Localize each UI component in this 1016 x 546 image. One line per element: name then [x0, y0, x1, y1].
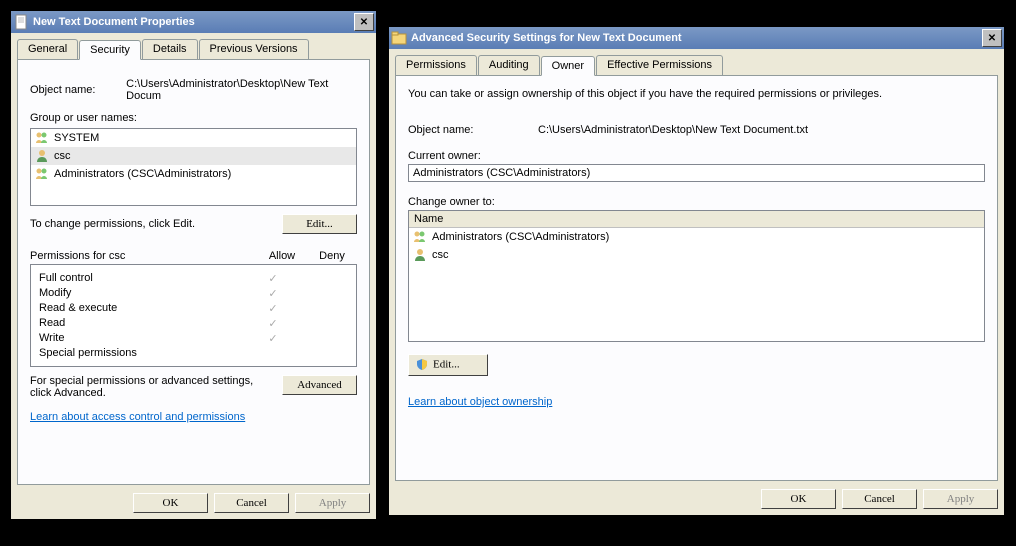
group-icon: [34, 130, 50, 146]
change-perm-hint: To change permissions, click Edit.: [30, 218, 282, 230]
user-icon: [34, 148, 50, 164]
tab-previous-versions[interactable]: Previous Versions: [199, 39, 309, 59]
close-button[interactable]: ✕: [354, 13, 374, 31]
learn-link[interactable]: Learn about object ownership: [408, 396, 552, 408]
owner-name: Administrators (CSC\Administrators): [432, 231, 609, 243]
advanced-hint: For special permissions or advanced sett…: [30, 375, 282, 399]
perm-label: Read & execute: [39, 302, 248, 315]
tab-security[interactable]: Security: [79, 40, 141, 60]
owner-name: csc: [432, 249, 449, 261]
user-name: Administrators (CSC\Administrators): [54, 168, 231, 180]
perm-label: Read: [39, 317, 248, 330]
check-icon: ✓: [248, 332, 298, 345]
perm-label: Modify: [39, 287, 248, 300]
tabs: General Security Details Previous Versio…: [17, 39, 370, 60]
titlebar-advanced: Advanced Security Settings for New Text …: [389, 27, 1004, 49]
window-title: New Text Document Properties: [33, 16, 354, 28]
tabs: Permissions Auditing Owner Effective Per…: [395, 55, 998, 76]
list-item[interactable]: Administrators (CSC\Administrators): [409, 228, 984, 246]
current-owner-label: Current owner:: [408, 150, 985, 162]
check-icon: ✓: [248, 302, 298, 315]
check-icon: ✓: [248, 272, 298, 285]
perm-label: Write: [39, 332, 248, 345]
list-item[interactable]: csc: [409, 246, 984, 264]
ok-button[interactable]: OK: [133, 493, 208, 513]
check-icon: ✓: [248, 287, 298, 300]
document-icon: [13, 14, 29, 30]
apply-button[interactable]: Apply: [923, 489, 998, 509]
perm-label: Full control: [39, 272, 248, 285]
allow-header: Allow: [257, 250, 307, 262]
edit-button[interactable]: Edit...: [282, 214, 357, 234]
object-name-label: Object name:: [408, 124, 538, 136]
list-item[interactable]: csc: [31, 147, 356, 165]
apply-button[interactable]: Apply: [295, 493, 370, 513]
tab-permissions[interactable]: Permissions: [395, 55, 477, 75]
user-name: csc: [54, 150, 71, 162]
tab-general[interactable]: General: [17, 39, 78, 59]
object-name-value: C:\Users\Administrator\Desktop\New Text …: [538, 124, 808, 136]
tab-owner[interactable]: Owner: [541, 56, 595, 76]
tab-details[interactable]: Details: [142, 39, 198, 59]
check-icon: ✓: [248, 317, 298, 330]
window-title: Advanced Security Settings for New Text …: [411, 32, 982, 44]
tab-auditing[interactable]: Auditing: [478, 55, 540, 75]
edit-button[interactable]: Edit...: [408, 354, 488, 376]
ok-button[interactable]: OK: [761, 489, 836, 509]
tab-effective-permissions[interactable]: Effective Permissions: [596, 55, 723, 75]
cancel-button[interactable]: Cancel: [214, 493, 289, 513]
advanced-button[interactable]: Advanced: [282, 375, 357, 395]
close-button[interactable]: ✕: [982, 29, 1002, 47]
user-name: SYSTEM: [54, 132, 99, 144]
change-owner-label: Change owner to:: [408, 196, 985, 208]
list-item[interactable]: Administrators (CSC\Administrators): [31, 165, 356, 183]
learn-link[interactable]: Learn about access control and permissio…: [30, 411, 245, 423]
user-list[interactable]: SYSTEM csc Administrators (CSC\Administr…: [30, 128, 357, 206]
perm-label: Special permissions: [39, 347, 248, 359]
group-icon: [412, 229, 428, 245]
shield-icon: [415, 358, 429, 372]
group-label: Group or user names:: [30, 112, 357, 124]
object-name-value: C:\Users\Administrator\Desktop\New Text …: [126, 78, 357, 102]
current-owner-field: Administrators (CSC\Administrators): [408, 164, 985, 182]
name-header[interactable]: Name: [409, 211, 984, 228]
user-icon: [412, 247, 428, 263]
object-name-label: Object name:: [30, 84, 126, 96]
perm-for-label: Permissions for csc: [30, 250, 257, 262]
intro-text: You can take or assign ownership of this…: [408, 88, 985, 100]
deny-header: Deny: [307, 250, 357, 262]
cancel-button[interactable]: Cancel: [842, 489, 917, 509]
folder-shield-icon: [391, 30, 407, 46]
group-icon: [34, 166, 50, 182]
list-item[interactable]: SYSTEM: [31, 129, 356, 147]
permissions-list: Full control✓ Modify✓ Read & execute✓ Re…: [30, 264, 357, 367]
owner-list[interactable]: Name Administrators (CSC\Administrators)…: [408, 210, 985, 342]
titlebar-properties: New Text Document Properties ✕: [11, 11, 376, 33]
